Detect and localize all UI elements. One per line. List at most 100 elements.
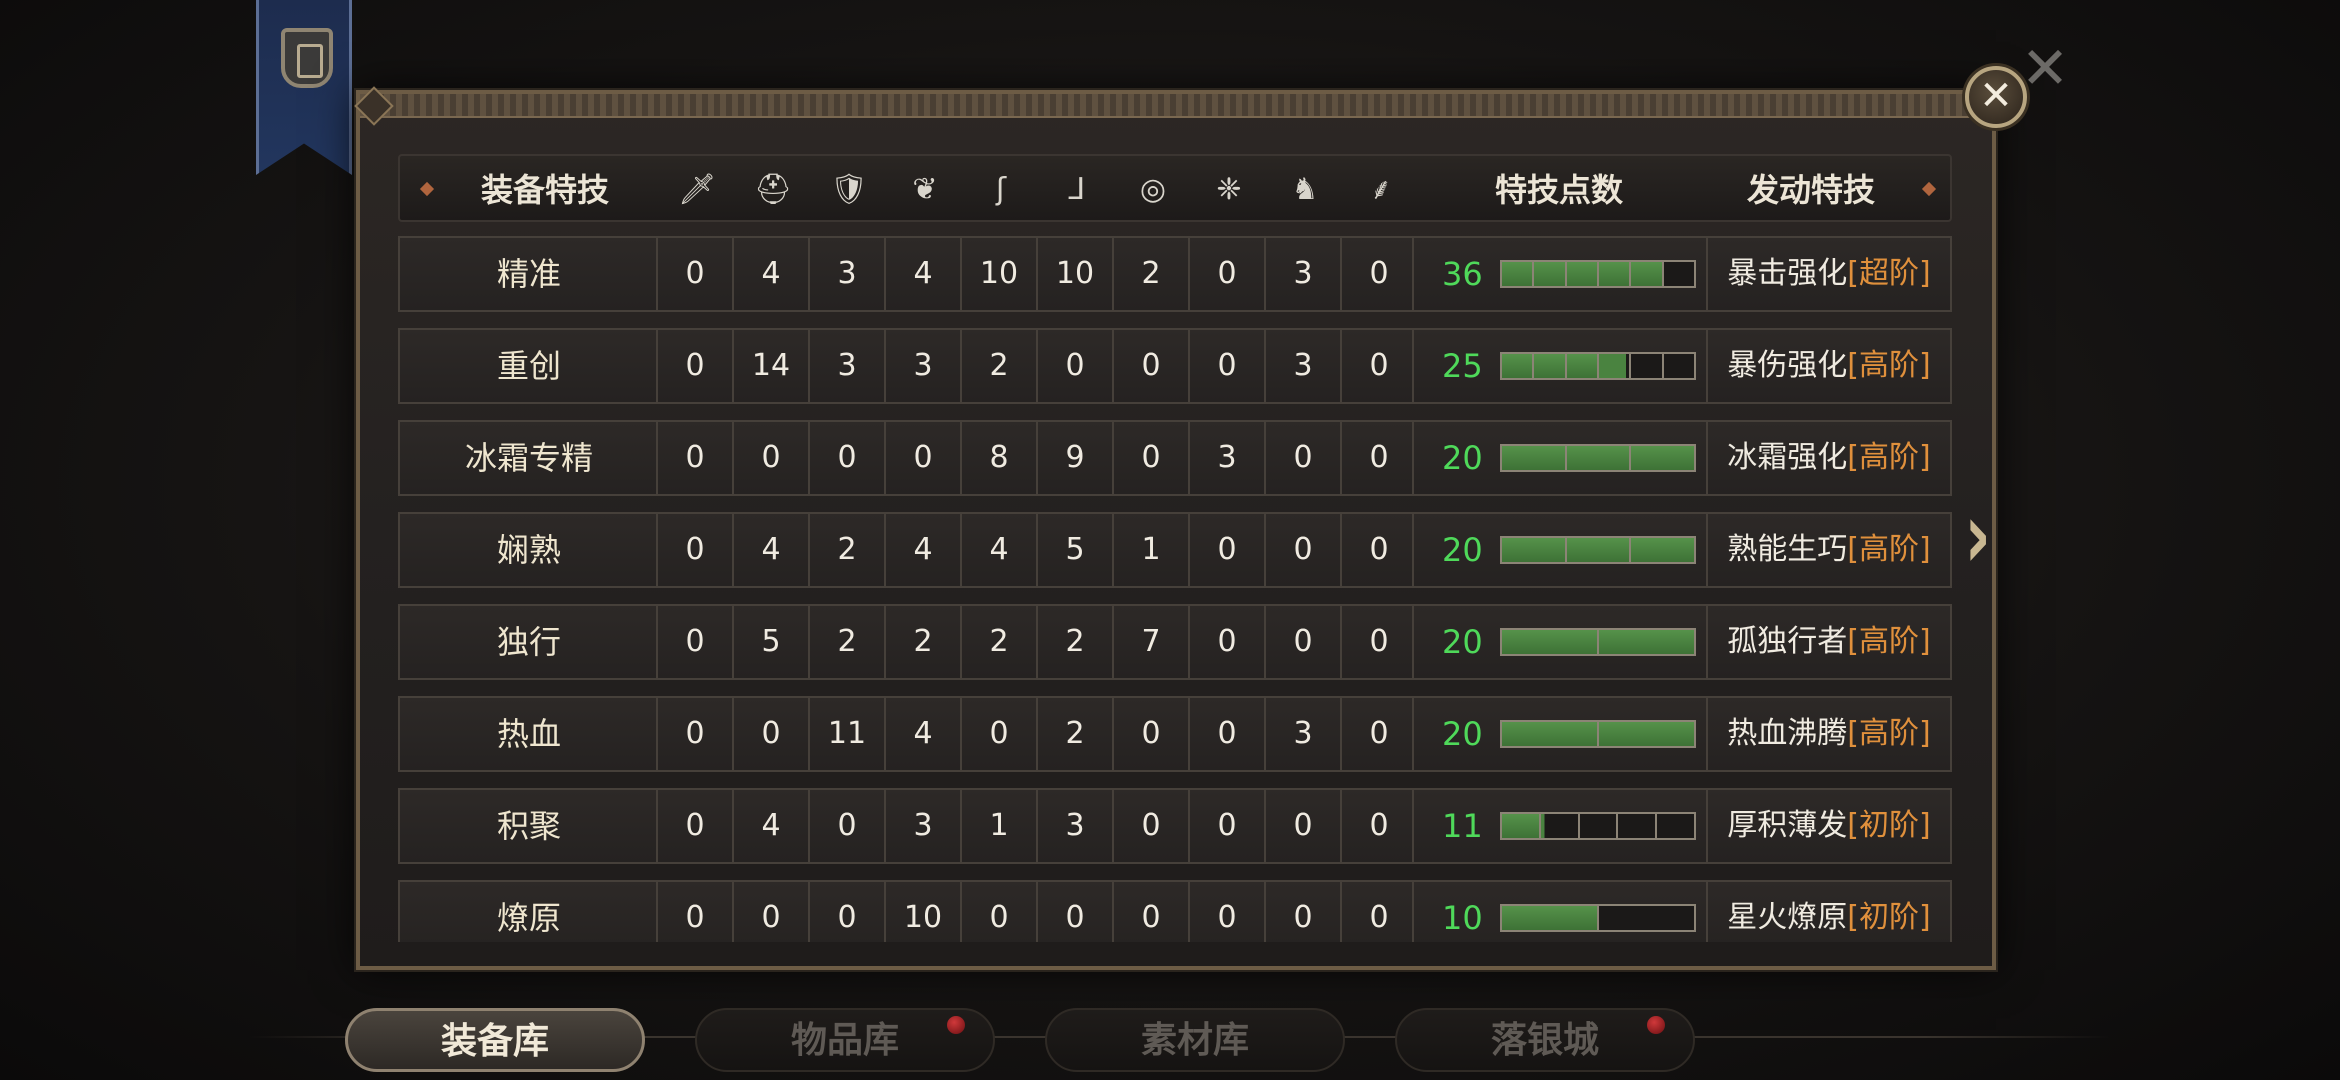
table-row[interactable]: 重创 0 14 3 3 2 0 0 0 3 0 25 暴伤强化[高阶]: [398, 328, 1952, 404]
slot-value: 4: [884, 698, 960, 770]
slot-value: 5: [1036, 514, 1112, 586]
tab-equipment[interactable]: 装备库: [345, 1008, 645, 1072]
slot-value: 0: [1264, 790, 1340, 862]
skill-list[interactable]: 精准 0 4 3 4 10 10 2 0 3 0 36 暴击强化[超阶] 重创 0 14 3 3 2 0 0 0 3 0 25 暴…: [360, 232, 1980, 942]
sword-icon: 🗡: [677, 172, 717, 207]
slot-value: 0: [1188, 698, 1264, 770]
skill-progress-bar: [1500, 812, 1696, 840]
skill-tier: [高阶]: [1847, 532, 1931, 567]
slot-value: 0: [1264, 882, 1340, 942]
skill-name: 热血: [496, 715, 561, 753]
slot-value: 0: [656, 606, 732, 678]
active-skill: 暴伤强化[高阶]: [1706, 330, 1950, 402]
skill-points-cell: 11: [1412, 790, 1706, 862]
slot-value: 2: [960, 606, 1036, 678]
table-row[interactable]: 积聚 0 4 0 3 1 3 0 0 0 0 11 厚积薄发[初阶]: [398, 788, 1952, 864]
slot-value: 3: [884, 790, 960, 862]
slot-value: 0: [1188, 330, 1264, 402]
active-skill: 厚积薄发[初阶]: [1706, 790, 1950, 862]
active-skill-name: 冰霜强化: [1727, 440, 1848, 475]
skill-points-value: 10: [1442, 899, 1483, 937]
notification-dot-icon: [1647, 1016, 1665, 1034]
slot-value: 10: [1036, 238, 1112, 310]
table-row[interactable]: 娴熟 0 4 2 4 4 5 1 0 0 0 20 熟能生巧[高阶]: [398, 512, 1952, 588]
slot-value: 0: [1188, 606, 1264, 678]
skill-progress-bar: [1500, 628, 1696, 656]
table-row[interactable]: 独行 0 5 2 2 2 2 7 0 0 0 20 孤独行者[高阶]: [398, 604, 1952, 680]
active-skill-name: 孤独行者: [1727, 624, 1848, 659]
slot-value: 0: [1112, 422, 1188, 494]
active-skill: 孤独行者[高阶]: [1706, 606, 1950, 678]
shield-emblem-icon: [281, 28, 333, 88]
progress-segment: [1502, 722, 1599, 746]
tab-city[interactable]: 落银城: [1395, 1008, 1695, 1072]
slot-value: 0: [1036, 330, 1112, 402]
slot-value: 0: [656, 422, 732, 494]
progress-segment: [1502, 446, 1567, 470]
progress-segment: [1599, 906, 1694, 930]
skill-points-cell: 25: [1412, 330, 1706, 402]
active-skill: 冰霜强化[高阶]: [1706, 422, 1950, 494]
active-skill: 熟能生巧[高阶]: [1706, 514, 1950, 586]
progress-segment: [1502, 906, 1599, 930]
panel-trim: [360, 94, 1992, 118]
progress-segment: [1534, 262, 1567, 286]
progress-segment: [1534, 354, 1567, 378]
slot-value: 10: [884, 882, 960, 942]
slot-value: 0: [1112, 698, 1188, 770]
ring-icon: ◎: [1139, 172, 1167, 207]
progress-segment: [1598, 262, 1632, 286]
tab-label: 素材库: [1140, 1019, 1249, 1061]
table-row[interactable]: 燎原 0 0 0 10 0 0 0 0 0 0 10 星火燎原[初阶]: [398, 880, 1952, 942]
slot-value: 8: [960, 422, 1036, 494]
tab-label: 物品库: [790, 1019, 899, 1061]
next-page-arrow-icon[interactable]: ›: [1964, 490, 2003, 582]
skill-tier: [高阶]: [1847, 716, 1931, 751]
slot-value: 0: [732, 882, 808, 942]
skill-progress-bar: [1500, 904, 1696, 932]
active-skill-name: 热血沸腾: [1727, 716, 1848, 751]
slot-value: 0: [1340, 238, 1416, 310]
slot-value: 0: [732, 422, 808, 494]
skill-points-value: 36: [1442, 255, 1483, 293]
slot-value: 0: [808, 790, 884, 862]
slot-value: 0: [884, 422, 960, 494]
guild-banner[interactable]: [256, 0, 352, 175]
skill-tier: [高阶]: [1847, 440, 1931, 475]
skill-points-cell: 20: [1412, 606, 1706, 678]
progress-segment: [1631, 262, 1664, 286]
table-row[interactable]: 精准 0 4 3 4 10 10 2 0 3 0 36 暴击强化[超阶]: [398, 236, 1952, 312]
tab-items[interactable]: 物品库: [695, 1008, 995, 1072]
skill-progress-bar: [1500, 260, 1696, 288]
skill-points-value: 20: [1442, 531, 1483, 569]
table-row[interactable]: 热血 0 0 11 4 0 2 0 0 3 0 20 热血沸腾[高阶]: [398, 696, 1952, 772]
slot-value: 4: [732, 514, 808, 586]
progress-segment: [1631, 354, 1664, 378]
close-button[interactable]: ✕: [1965, 66, 2027, 128]
slot-value: 2: [960, 330, 1036, 402]
emblem-icon: ❈: [1216, 172, 1242, 207]
active-skill-name: 暴击强化: [1727, 256, 1848, 291]
slot-value: 0: [1340, 606, 1416, 678]
table-row[interactable]: 冰霜专精 0 0 0 0 8 9 0 3 0 0 20 冰霜强化[高阶]: [398, 420, 1952, 496]
slot-value: 0: [1112, 882, 1188, 942]
skill-points-value: 20: [1442, 439, 1483, 477]
skill-points-value: 20: [1442, 623, 1483, 661]
progress-segment: [1657, 814, 1694, 838]
slot-value: 0: [1188, 238, 1264, 310]
skill-points-cell: 20: [1412, 698, 1706, 770]
slot-value: 0: [1340, 422, 1416, 494]
tab-materials[interactable]: 素材库: [1045, 1008, 1345, 1072]
active-skill-name: 星火燎原: [1727, 900, 1848, 935]
slot-value: 0: [960, 698, 1036, 770]
progress-segment: [1502, 538, 1567, 562]
slot-value: 0: [656, 698, 732, 770]
header-skill-points: 特技点数: [1494, 171, 1623, 209]
progress-segment: [1664, 262, 1694, 286]
slot-value: 3: [808, 330, 884, 402]
slot-value: 0: [1340, 882, 1416, 942]
progress-segment: [1599, 722, 1694, 746]
slot-value: 0: [808, 882, 884, 942]
progress-segment: [1580, 814, 1619, 838]
table-header: 装备特技 🗡 ⛑ 🛡 ❦ ʃ ⅃ ◎ ❈ ♞ ⸙ 特技点数 发动特技: [398, 154, 1952, 222]
